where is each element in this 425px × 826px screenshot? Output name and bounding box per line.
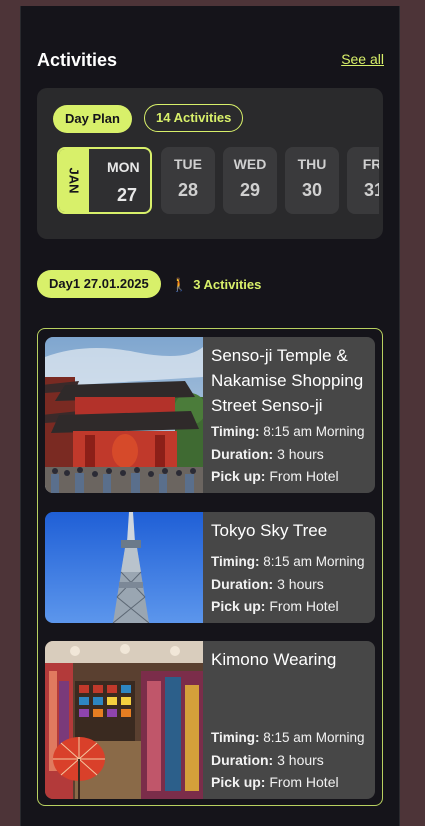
date-28[interactable]: TUE 28	[161, 147, 215, 214]
sensoji-temple-photo	[45, 337, 203, 493]
date-29[interactable]: WED 29	[223, 147, 277, 214]
activity-details: Timing: 8:15 am Morning Duration: 3 hour…	[211, 424, 365, 484]
month-label: JAN	[59, 149, 89, 212]
section-title: Activities	[37, 50, 118, 70]
day-label-badge: Day1 27.01.2025	[37, 270, 161, 298]
date-selected-27[interactable]: JAN MON 27	[57, 147, 152, 214]
selected-date: 27	[117, 185, 138, 205]
day-activity-count: 🚶 3 Activities	[171, 277, 262, 292]
activity-details: Timing: 8:15 am Morning Duration: 3 hour…	[211, 730, 365, 790]
activity-details: Timing: 8:15 am Morning Duration: 3 hour…	[211, 554, 365, 614]
kimono-shop-photo	[45, 641, 203, 799]
date-strip[interactable]: JAN MON 27 TUE28 WED29 THU30 FRI31	[57, 147, 379, 217]
activity-title: Senso-ji Temple & Nakamise Shopping Stre…	[211, 346, 364, 415]
activity-card-sensoji[interactable]: Senso-ji Temple & Nakamise Shopping Stre…	[45, 337, 375, 493]
selected-weekday: MON	[107, 159, 140, 175]
walking-person-icon: 🚶	[171, 277, 188, 292]
see-all-link[interactable]: See all	[341, 51, 384, 67]
activities-count-tab[interactable]: 14 Activities	[144, 104, 244, 132]
date-31[interactable]: FRI31	[347, 147, 379, 214]
day-plan-card: Day Plan 14 Activities JAN MON 27 TUE 28 …	[37, 88, 383, 239]
date-30[interactable]: THU 30	[285, 147, 339, 214]
activity-card-skytree[interactable]: Tokyo Sky Tree Timing: 8:15 am Morning D…	[45, 512, 375, 623]
tokyo-skytree-photo	[45, 512, 203, 623]
activity-title: Kimono Wearing	[211, 650, 337, 669]
activity-list: Senso-ji Temple & Nakamise Shopping Stre…	[37, 328, 383, 806]
app-screen: Activities See all Day Plan 14 Activitie…	[20, 6, 400, 826]
activity-card-kimono[interactable]: Kimono Wearing Timing: 8:15 am Morning D…	[45, 641, 375, 799]
activity-title: Tokyo Sky Tree	[211, 521, 328, 540]
day-plan-tab[interactable]: Day Plan	[53, 105, 132, 133]
